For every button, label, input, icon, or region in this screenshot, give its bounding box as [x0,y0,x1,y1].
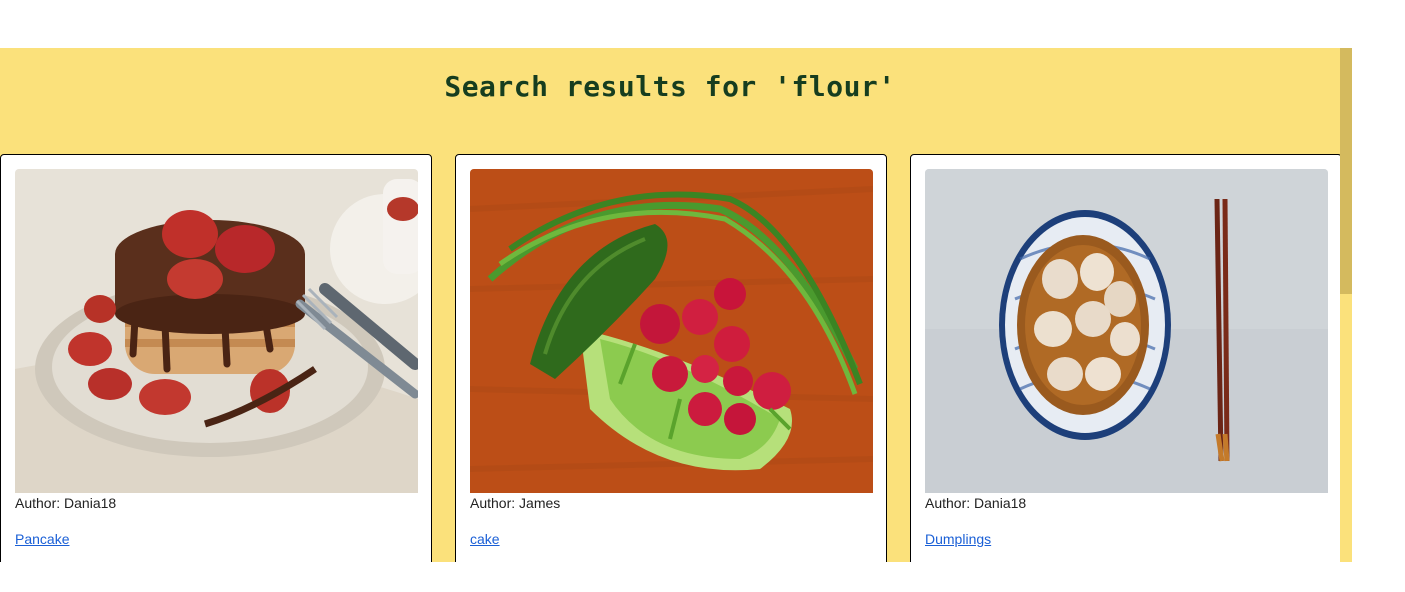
vertical-scrollbar[interactable] [1340,48,1352,562]
recipe-image-dumplings[interactable] [925,169,1328,493]
recipe-image-cake[interactable] [470,169,873,493]
recipe-link[interactable]: cake [470,531,500,547]
recipe-card: Author: Dania18 Dumplings [910,154,1340,562]
recipe-author: Author: James [470,495,561,511]
recipe-author: Author: Dania18 [925,495,1027,511]
vegetables-photo [470,169,873,493]
scrollbar-thumb[interactable] [1340,48,1352,294]
recipe-link[interactable]: Dumplings [925,531,991,547]
recipe-author: Author: Dania18 [15,495,117,511]
results-page: Search results for 'flour' Author: Dania… [0,48,1340,562]
recipe-image-pancake[interactable] [15,169,418,493]
recipe-card: Author: Dania18 Pancake [0,154,432,562]
recipe-link[interactable]: Pancake [15,531,69,547]
recipe-card: Author: James cake [455,154,887,562]
pancake-photo [15,169,418,493]
dumplings-photo [925,169,1328,493]
page-title: Search results for 'flour' [444,70,896,103]
